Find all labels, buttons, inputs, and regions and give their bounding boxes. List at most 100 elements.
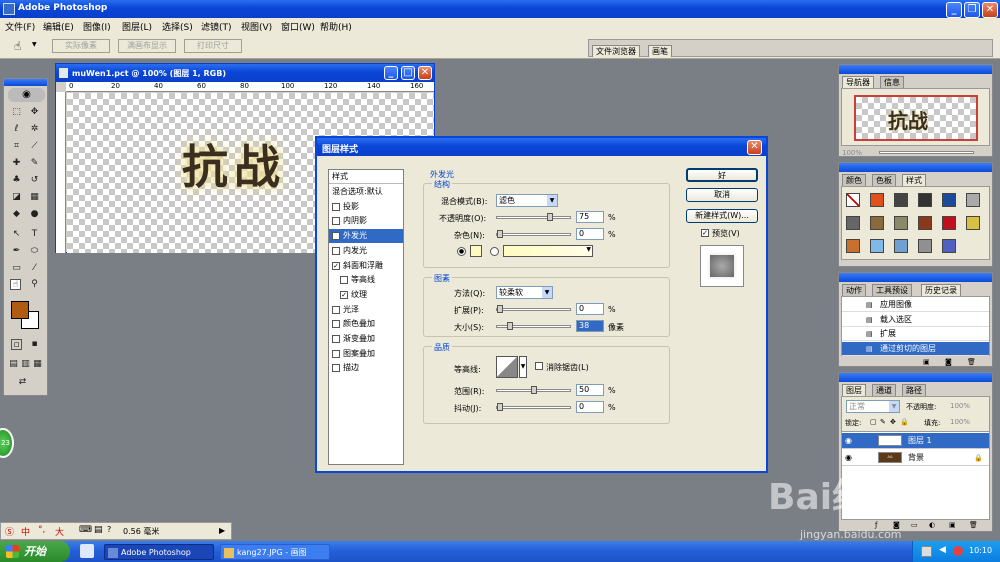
new-style-button[interactable]: 新建样式(W)... — [686, 209, 758, 223]
stamp-tool-icon[interactable]: ♣ — [11, 175, 22, 186]
opacity-slider-thumb[interactable] — [547, 213, 553, 221]
menu-image[interactable]: 图像(I) — [83, 20, 111, 33]
standard-mode-icon[interactable]: ▫ — [11, 339, 22, 350]
notification-badge[interactable]: 23 — [0, 428, 14, 458]
antialias-checkbox[interactable] — [535, 362, 543, 370]
spread-field[interactable]: 0 — [576, 303, 604, 315]
crop-tool-icon[interactable]: ⌗ — [11, 141, 22, 152]
ime-mode[interactable]: 中 — [21, 525, 30, 538]
tab-channels[interactable]: 通道 — [872, 384, 896, 396]
style-checkbox[interactable] — [332, 217, 340, 226]
tab-layers[interactable]: 图层 — [842, 384, 866, 396]
jitter-field[interactable]: 0 — [576, 401, 604, 413]
tab-actions[interactable]: 动作 — [842, 284, 866, 296]
range-slider-thumb[interactable] — [531, 386, 537, 394]
style-swatch[interactable] — [894, 239, 908, 253]
style-swatch[interactable] — [870, 239, 884, 253]
spread-slider-thumb[interactable] — [497, 305, 503, 313]
style-swatch-none[interactable] — [846, 193, 860, 207]
noise-field[interactable]: 0 — [576, 228, 604, 240]
history-item[interactable]: ▤ 扩展 — [842, 327, 989, 342]
eye-icon[interactable]: ◉ — [845, 433, 852, 449]
size-field[interactable]: 38 — [576, 320, 604, 332]
style-swatch[interactable] — [846, 216, 860, 230]
close-button[interactable]: ✕ — [982, 2, 998, 18]
slice-tool-icon[interactable]: ⟋ — [29, 141, 40, 152]
antialias-label[interactable]: 消除锯齿(L) — [546, 362, 589, 373]
volume-icon[interactable]: ◀ — [939, 545, 946, 555]
foreground-color-swatch[interactable] — [11, 301, 29, 319]
chevron-down-icon[interactable]: ▼ — [519, 356, 527, 378]
doc-close-button[interactable]: ✕ — [418, 66, 432, 80]
menu-filter[interactable]: 滤镜(T) — [201, 20, 232, 33]
style-swatch[interactable] — [870, 216, 884, 230]
menu-select[interactable]: 选择(S) — [162, 20, 193, 33]
keyboard-icon[interactable]: ⌨ — [79, 525, 92, 535]
style-swatch[interactable] — [918, 193, 932, 207]
style-swatch[interactable] — [942, 193, 956, 207]
style-checkbox[interactable] — [332, 349, 340, 358]
size-slider-thumb[interactable] — [507, 322, 513, 330]
new-document-icon[interactable]: ▣ — [923, 358, 930, 366]
menu-window[interactable]: 窗口(W) — [281, 20, 315, 33]
tab-info[interactable]: 信息 — [880, 76, 904, 88]
ok-button[interactable]: 好 — [686, 168, 758, 182]
style-swatch[interactable] — [942, 239, 956, 253]
blur-tool-icon[interactable]: ◆ — [11, 209, 22, 220]
doc-minimize-button[interactable]: _ — [384, 66, 398, 80]
quickmask-mode-icon[interactable]: ▪ — [29, 339, 40, 350]
noise-slider-thumb[interactable] — [497, 230, 503, 238]
glow-color-swatch[interactable] — [470, 245, 482, 257]
menu-layer[interactable]: 图层(L) — [122, 20, 152, 33]
opacity-slider[interactable] — [496, 213, 571, 221]
style-list-item[interactable]: 描边 — [329, 361, 403, 375]
menu-edit[interactable]: 编辑(E) — [43, 20, 74, 33]
minimize-button[interactable]: _ — [946, 2, 962, 18]
tab-swatches[interactable]: 色板 — [872, 174, 896, 186]
notes-tool-icon[interactable]: ▭ — [11, 263, 22, 274]
navigator-zoom[interactable]: 100% — [842, 149, 862, 157]
style-checkbox[interactable] — [332, 335, 340, 343]
style-list-item[interactable]: 图案叠加 — [329, 347, 403, 361]
opacity-field[interactable]: 75 — [576, 211, 604, 223]
gradient-radio[interactable] — [490, 247, 499, 256]
eye-icon[interactable]: ◉ — [845, 450, 852, 466]
style-list-item[interactable]: 渐变叠加 — [329, 332, 403, 346]
history-brush-icon[interactable]: ↺ — [29, 175, 40, 186]
screen-mode-2-icon[interactable]: ▥ — [20, 359, 31, 370]
trash-icon[interactable]: 🗑 — [967, 358, 976, 366]
style-swatch[interactable] — [918, 239, 932, 253]
ime-punct-icon[interactable]: °, — [38, 525, 45, 535]
style-checkbox[interactable] — [332, 202, 340, 211]
style-list-item[interactable]: 颜色叠加 — [329, 317, 403, 331]
history-item[interactable]: ▤ 应用图像 — [842, 298, 989, 312]
type-tool-icon[interactable]: T — [29, 229, 40, 240]
style-list-item[interactable]: ✓ 纹理 — [329, 288, 403, 302]
preview-label[interactable]: 预览(V) — [712, 228, 740, 239]
layer-row[interactable]: ◉ 图层 1 — [842, 433, 989, 449]
lock-pixels-icon[interactable]: ✎ — [880, 418, 886, 426]
task-photoshop[interactable]: Adobe Photoshop — [104, 544, 214, 560]
style-list-item[interactable]: 投影 — [329, 200, 403, 214]
hand-tool-icon[interactable]: ☝ — [10, 279, 21, 290]
style-list-item[interactable]: 光泽 — [329, 303, 403, 317]
lasso-tool-icon[interactable]: ℓ — [11, 124, 22, 135]
history-item[interactable]: ▤ 通过剪切的图层 — [842, 341, 989, 356]
eyedropper-tool-icon[interactable]: ⁄ — [29, 263, 40, 274]
layer-opacity-value[interactable]: 100% — [950, 402, 970, 410]
shape-tool-icon[interactable]: ⬭ — [29, 246, 40, 257]
spread-slider[interactable] — [496, 305, 571, 313]
style-swatch[interactable] — [918, 216, 932, 230]
styles-header[interactable]: 样式 — [329, 170, 403, 184]
dialog-close-button[interactable]: ✕ — [747, 140, 762, 155]
marquee-tool-icon[interactable]: ⬚ — [11, 107, 22, 118]
style-list-item[interactable]: 内阴影 — [329, 214, 403, 228]
ime-help-icon[interactable]: ? — [107, 525, 111, 534]
noise-slider[interactable] — [496, 230, 571, 238]
tab-color[interactable]: 颜色 — [842, 174, 866, 186]
ime-logo-icon[interactable]: Ⓢ — [5, 525, 14, 538]
start-button[interactable]: 开始 — [0, 541, 70, 562]
brush-tool-icon[interactable]: ✎ — [29, 158, 40, 169]
style-swatch[interactable] — [942, 216, 956, 230]
screen-mode-icon[interactable]: ▤ — [8, 359, 19, 370]
